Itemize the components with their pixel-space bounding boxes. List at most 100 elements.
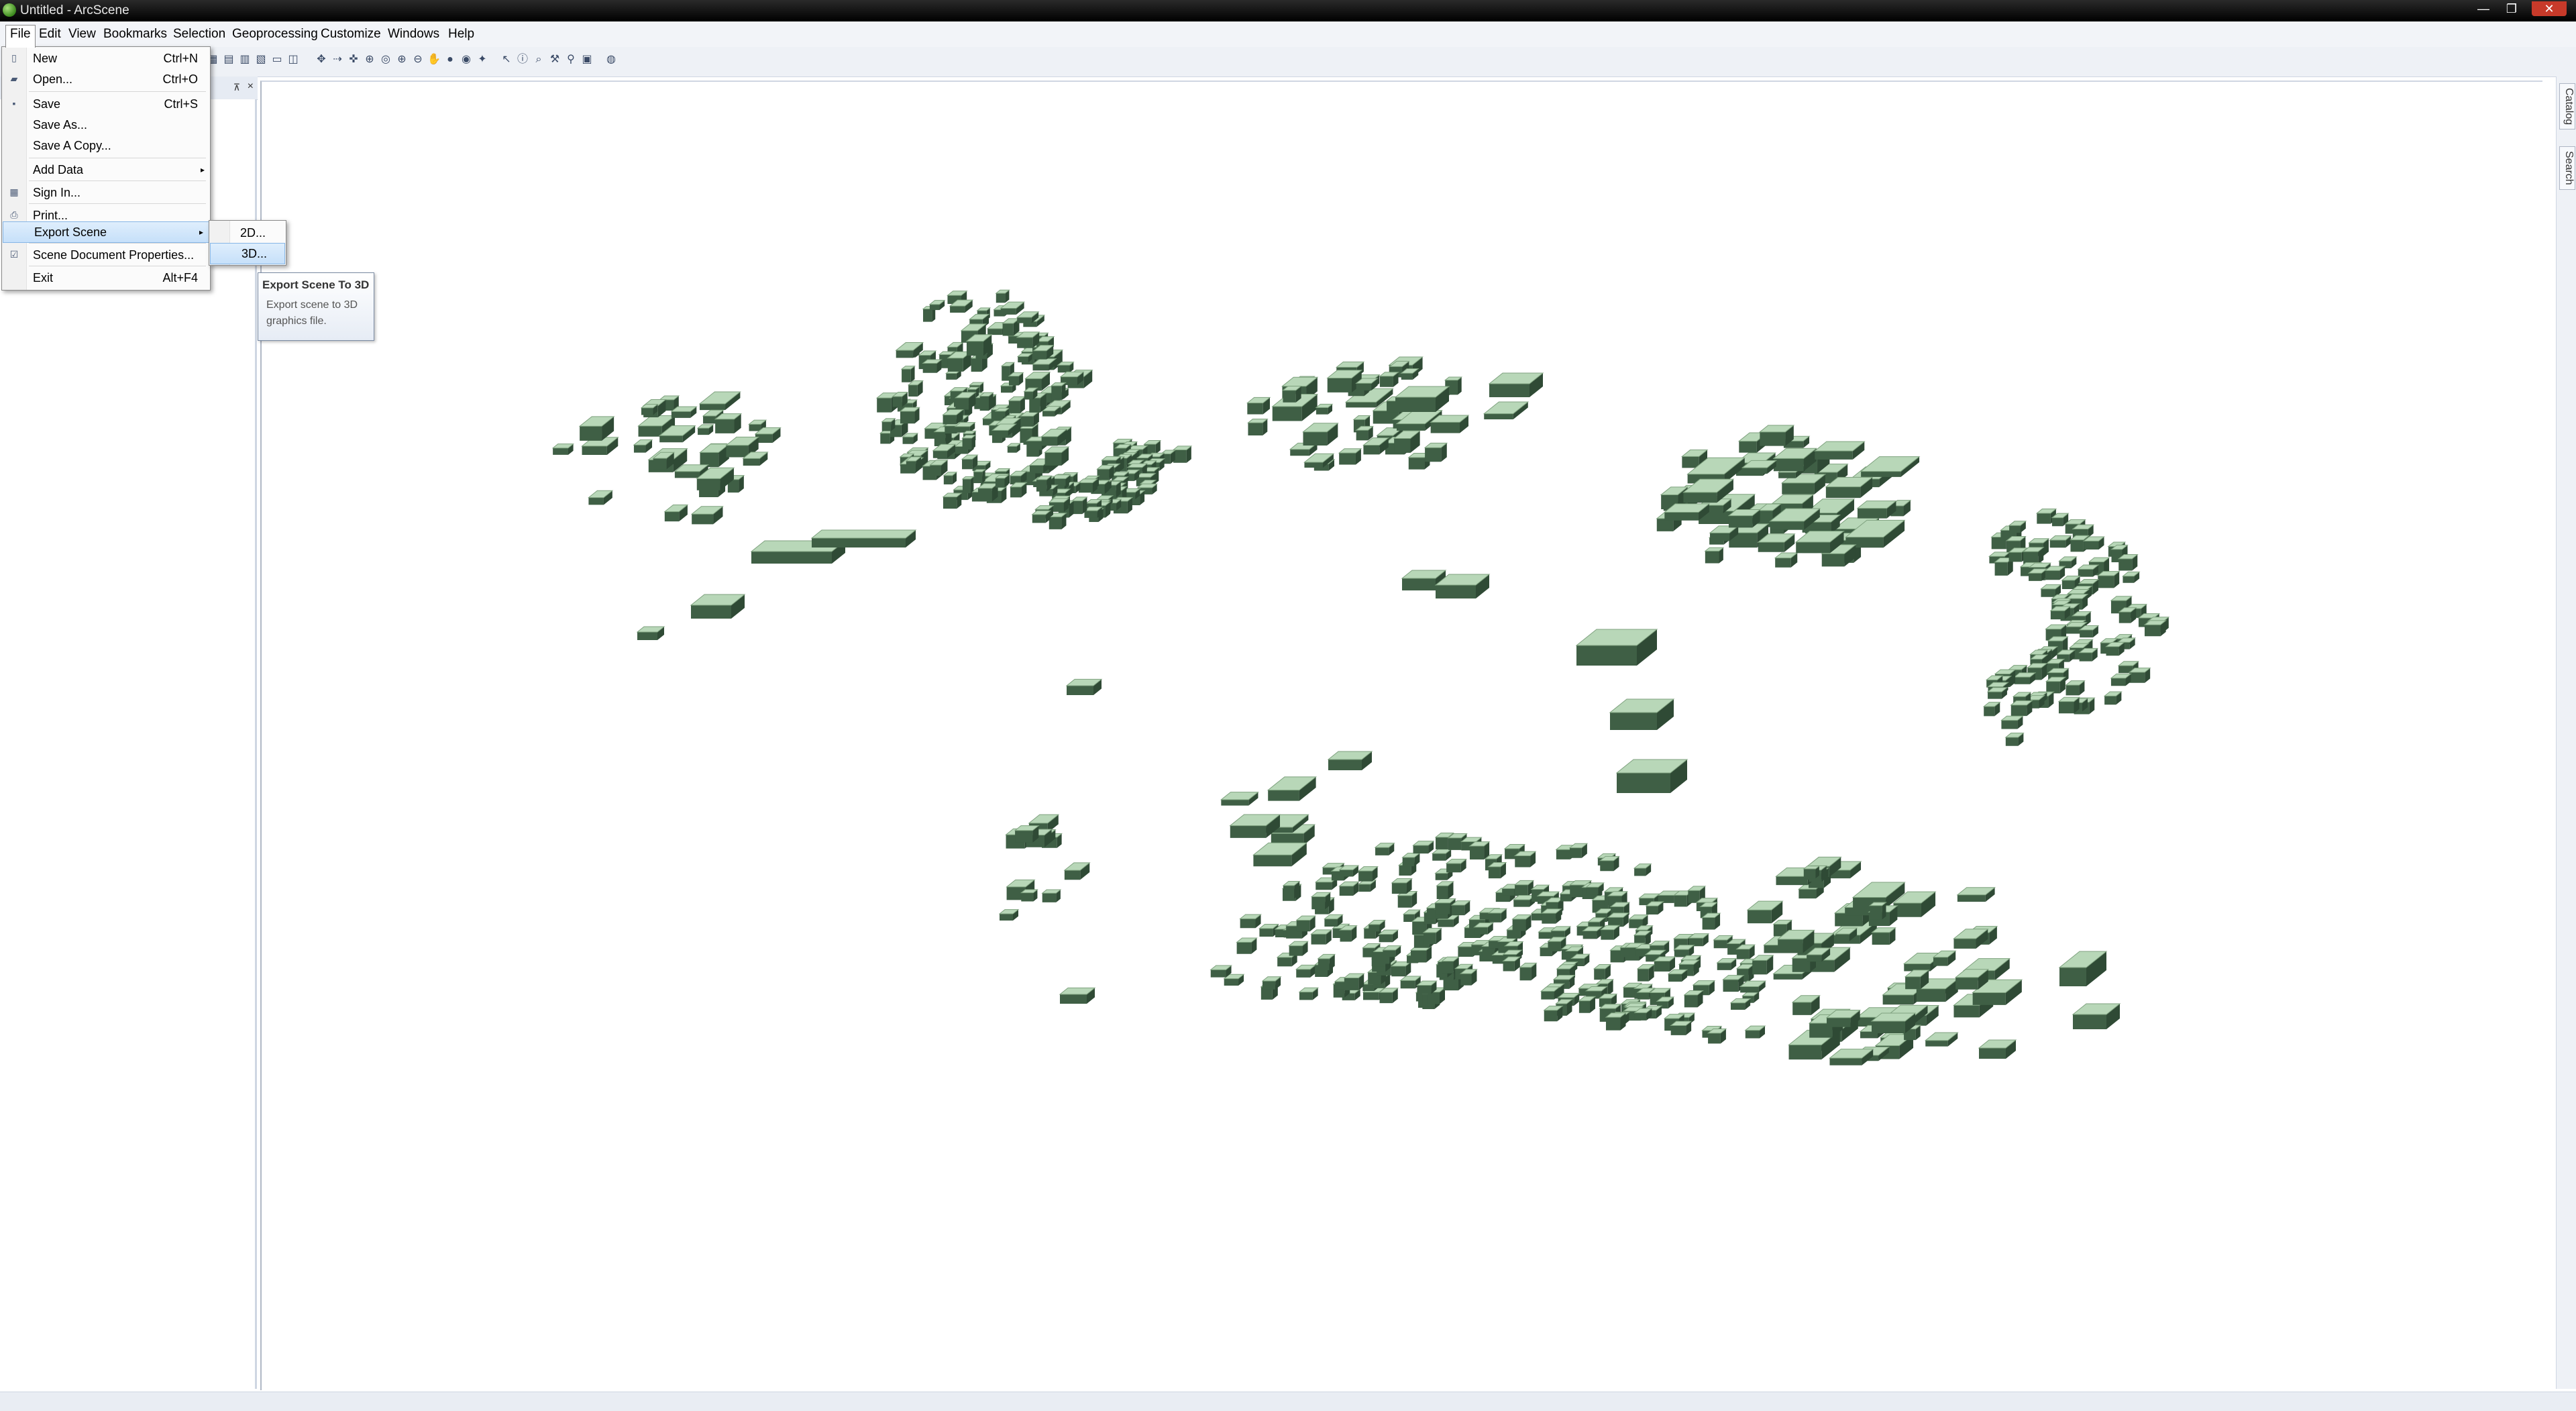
file-menu-dropdown: ▯ New Ctrl+N ▰ Open... Ctrl+O ▪ Save Ctr… (1, 46, 211, 291)
pan-icon[interactable]: ✋ (427, 52, 441, 67)
measure-icon[interactable]: ⚒ (547, 52, 562, 67)
folder-icon[interactable]: ▤ (221, 52, 236, 67)
new-document-icon: ▯ (11, 52, 17, 63)
identify-icon[interactable]: ⓘ (515, 52, 530, 67)
menu-windows[interactable]: Windows (384, 25, 443, 43)
building (1071, 497, 1088, 515)
building (663, 504, 689, 522)
settings-icon[interactable]: ✦ (475, 52, 490, 67)
building (2008, 521, 2027, 533)
building (1298, 987, 1320, 1000)
building (961, 476, 975, 494)
menu-item-label: New (33, 52, 58, 65)
menu-separator (29, 180, 206, 181)
building (2057, 696, 2080, 714)
menu-selection[interactable]: Selection (169, 25, 229, 43)
search-tab[interactable]: Search (2559, 146, 2575, 190)
building (1615, 759, 1688, 793)
animation-icon[interactable]: ▣ (580, 52, 594, 67)
fly-icon[interactable]: ⇢ (330, 52, 345, 67)
menu-bookmarks[interactable]: Bookmarks (99, 25, 171, 43)
building (2122, 571, 2141, 583)
building (1513, 880, 1535, 896)
zoom-layer-icon[interactable]: ◉ (459, 52, 474, 67)
menu-item-export-scene[interactable]: Export Scene ▸ (3, 221, 209, 243)
select-arrow-icon[interactable]: ↖ (499, 52, 514, 67)
menu-geoprocessing[interactable]: Geoprocessing (228, 25, 322, 43)
building (1986, 687, 2008, 699)
submenu-arrow-icon: ▸ (200, 165, 205, 174)
zoom-out-icon[interactable]: ⊖ (411, 52, 425, 67)
building (1688, 933, 1710, 947)
full-extent-icon[interactable]: ● (443, 52, 458, 67)
building (1261, 976, 1282, 990)
close-panel-icon[interactable]: × (248, 81, 254, 93)
menu-edit[interactable]: Edit (35, 25, 65, 43)
target-icon[interactable]: ✜ (346, 52, 361, 67)
building (714, 413, 743, 433)
building (1065, 678, 1103, 695)
menu-item-save-a-copy[interactable]: Save A Copy... (2, 136, 210, 156)
building (1008, 372, 1024, 386)
building (587, 490, 614, 505)
building (1412, 841, 1435, 854)
zoom-target-icon[interactable]: ⊕ (362, 52, 377, 67)
menu-item-save[interactable]: ▪ Save Ctrl+S (2, 94, 210, 114)
building (1338, 865, 1360, 877)
building (1605, 1012, 1627, 1031)
menu-item-export-2d[interactable]: 2D... (209, 223, 286, 243)
window-icon[interactable]: ▭ (270, 52, 284, 67)
building (1667, 969, 1688, 982)
menu-item-label: 3D... (241, 247, 268, 260)
arcscene-app-icon[interactable] (3, 3, 16, 17)
building (1445, 859, 1468, 873)
menu-item-sign-in[interactable]: ▦ Sign In... (2, 182, 210, 203)
find-icon[interactable]: ⌕ (531, 52, 546, 67)
building (1868, 902, 1887, 920)
building (1317, 953, 1336, 971)
building (1282, 880, 1301, 899)
navigate-icon[interactable]: ✥ (314, 52, 329, 67)
menu-customize[interactable]: Customize (317, 25, 385, 43)
menu-item-open[interactable]: ▰ Open... Ctrl+O (2, 69, 210, 89)
building (1543, 1005, 1564, 1022)
menu-item-exit[interactable]: Exit Alt+F4 (2, 268, 210, 288)
building (2065, 680, 2086, 696)
zoom-in-icon[interactable]: ⊕ (394, 52, 409, 67)
menu-item-export-3d[interactable]: 3D... (210, 243, 285, 264)
building (1008, 396, 1026, 413)
window-title: Untitled - ArcScene (20, 3, 129, 17)
building (1357, 880, 1377, 892)
maximize-button[interactable]: ❐ (2498, 1, 2525, 16)
globe-icon[interactable]: ◍ (604, 52, 619, 67)
export-3d-tooltip: Export Scene To 3D Export scene to 3D gr… (258, 272, 374, 341)
right-dock: Catalog Search (2556, 76, 2576, 1389)
building (972, 469, 987, 484)
building (2117, 554, 2139, 571)
menu-item-save-as[interactable]: Save As... (2, 115, 210, 135)
building (1568, 843, 1589, 858)
building (2096, 571, 2121, 588)
hyperlink-icon[interactable]: ⚲ (564, 52, 578, 67)
building (1707, 1028, 1727, 1044)
menu-item-scene-document-properties[interactable]: ☑ Scene Document Properties... (2, 245, 210, 265)
print-icon: ⎙ (10, 209, 18, 220)
catalog-tab[interactable]: Catalog (2559, 83, 2575, 130)
menu-item-new[interactable]: ▯ New Ctrl+N (2, 48, 210, 68)
menu-help[interactable]: Help (444, 25, 478, 43)
building (1578, 996, 1597, 1013)
set-observer-icon[interactable]: ◎ (378, 52, 393, 67)
table-of-contents[interactable] (0, 99, 257, 1389)
menu-file[interactable]: File (5, 25, 36, 48)
layer-icon[interactable]: ◫ (286, 52, 301, 67)
close-window-button[interactable]: ✕ (2532, 1, 2567, 16)
building (1355, 425, 1375, 441)
building (636, 626, 665, 640)
pin-icon[interactable]: ⊼ (233, 82, 240, 93)
minimize-button[interactable]: — (2470, 1, 2497, 16)
catalog-icon[interactable]: ▥ (237, 52, 252, 67)
menu-view[interactable]: View (64, 25, 100, 43)
model-icon[interactable]: ▧ (254, 52, 268, 67)
menu-item-add-data[interactable]: Add Data ▸ (2, 160, 210, 180)
scene-view[interactable] (260, 81, 2542, 1390)
